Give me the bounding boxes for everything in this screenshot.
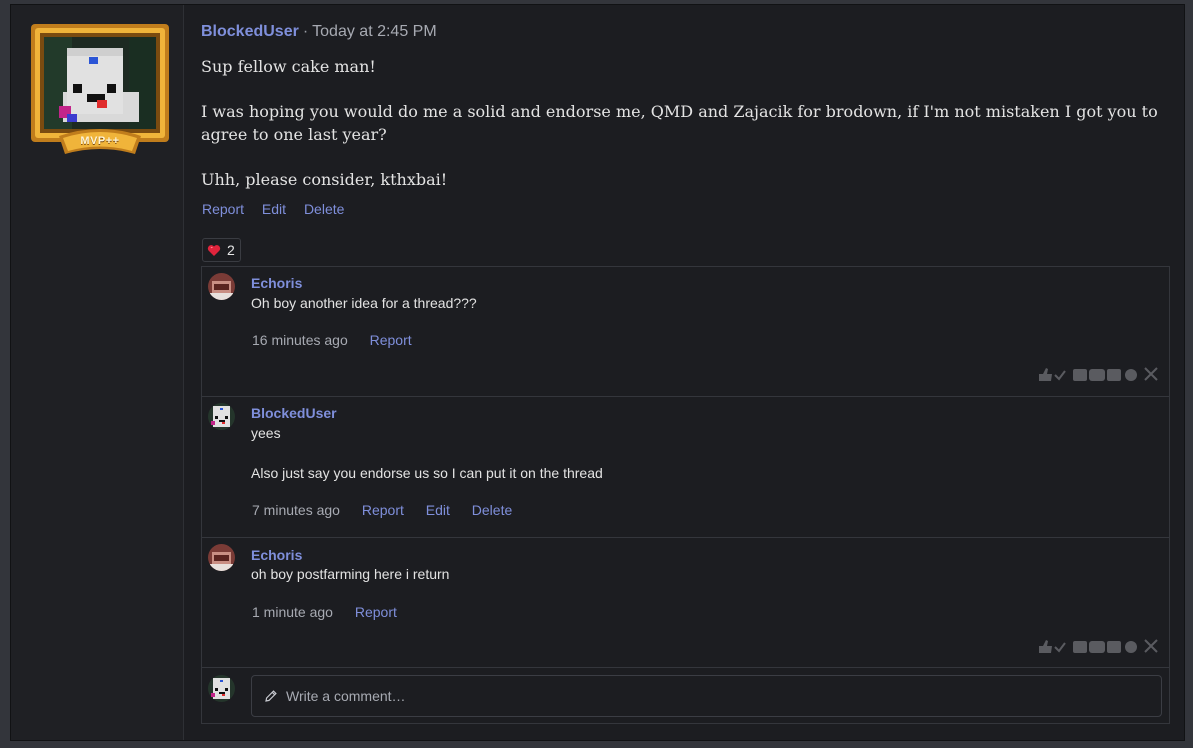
reaction-count: 2 bbox=[227, 242, 235, 258]
report-button[interactable]: Report bbox=[202, 201, 244, 217]
report-button[interactable]: Report bbox=[362, 502, 404, 518]
badge-label: MVP++ bbox=[80, 135, 120, 147]
post-header: BlockedUser · Today at 2:45 PM bbox=[201, 23, 437, 41]
comment-text: oh boy postfarming here i return bbox=[251, 566, 450, 582]
comment-timestamp[interactable]: 1 minute ago bbox=[252, 604, 333, 620]
comment-item: BlockedUser yees Also just say you endor… bbox=[202, 397, 1169, 538]
comment-placeholder: Write a comment… bbox=[286, 688, 406, 704]
comment-meta: 1 minute ago Report bbox=[252, 604, 415, 620]
avatar[interactable] bbox=[208, 544, 235, 571]
pencil-icon bbox=[265, 690, 277, 702]
comment-author-link[interactable]: Echoris bbox=[251, 275, 302, 291]
comment-timestamp[interactable]: 16 minutes ago bbox=[252, 332, 348, 348]
comment-meta: 16 minutes ago Report bbox=[252, 332, 430, 348]
comment-item: Echoris Oh boy another idea for a thread… bbox=[202, 267, 1169, 397]
comment-text: Also just say you endorse us so I can pu… bbox=[251, 465, 603, 481]
avatar[interactable] bbox=[208, 273, 235, 300]
comment-author-link[interactable]: Echoris bbox=[251, 547, 302, 563]
header-separator: · bbox=[302, 23, 309, 40]
author-avatar[interactable]: MVP++ bbox=[29, 22, 171, 158]
report-button[interactable]: Report bbox=[370, 332, 412, 348]
post-timestamp[interactable]: Today at 2:45 PM bbox=[312, 23, 437, 40]
comment-input[interactable]: Write a comment… bbox=[251, 675, 1162, 717]
avatar bbox=[208, 675, 235, 702]
comment-list: Echoris Oh boy another idea for a thread… bbox=[201, 266, 1170, 724]
comment-meta: 7 minutes ago Report Edit Delete bbox=[252, 502, 530, 518]
post-paragraph: Uhh, please consider, kthxbai! bbox=[201, 170, 448, 189]
comment-item: Echoris oh boy postfarming here i return… bbox=[202, 538, 1169, 668]
heart-icon bbox=[207, 244, 221, 256]
comment-text: yees bbox=[251, 425, 281, 441]
delete-button[interactable]: Delete bbox=[304, 201, 344, 217]
edit-button[interactable]: Edit bbox=[426, 502, 450, 518]
post-paragraph: I was hoping you would do me a solid and… bbox=[201, 102, 1158, 144]
post-actions: Report Edit Delete bbox=[202, 201, 358, 217]
comment-timestamp[interactable]: 7 minutes ago bbox=[252, 502, 340, 518]
reaction-bar-icon[interactable] bbox=[1037, 365, 1161, 383]
delete-button[interactable]: Delete bbox=[472, 502, 512, 518]
post-paragraph: Sup fellow cake man! bbox=[201, 57, 376, 76]
post-sidebar: MVP++ bbox=[11, 5, 184, 740]
comment-composer: Write a comment… bbox=[202, 667, 1169, 724]
post-body: Sup fellow cake man! I was hoping you wo… bbox=[201, 55, 1171, 213]
edit-button[interactable]: Edit bbox=[262, 201, 286, 217]
reaction-bar-icon[interactable] bbox=[1037, 637, 1161, 655]
report-button[interactable]: Report bbox=[355, 604, 397, 620]
post-author-link[interactable]: BlockedUser bbox=[201, 23, 299, 40]
comment-text: Oh boy another idea for a thread??? bbox=[251, 295, 477, 311]
forum-post: MVP++ BlockedUser · Today at 2:45 PM Sup f… bbox=[10, 4, 1185, 741]
avatar[interactable] bbox=[208, 403, 235, 430]
reaction-summary[interactable]: 2 bbox=[202, 238, 241, 262]
comment-author-link[interactable]: BlockedUser bbox=[251, 405, 337, 421]
